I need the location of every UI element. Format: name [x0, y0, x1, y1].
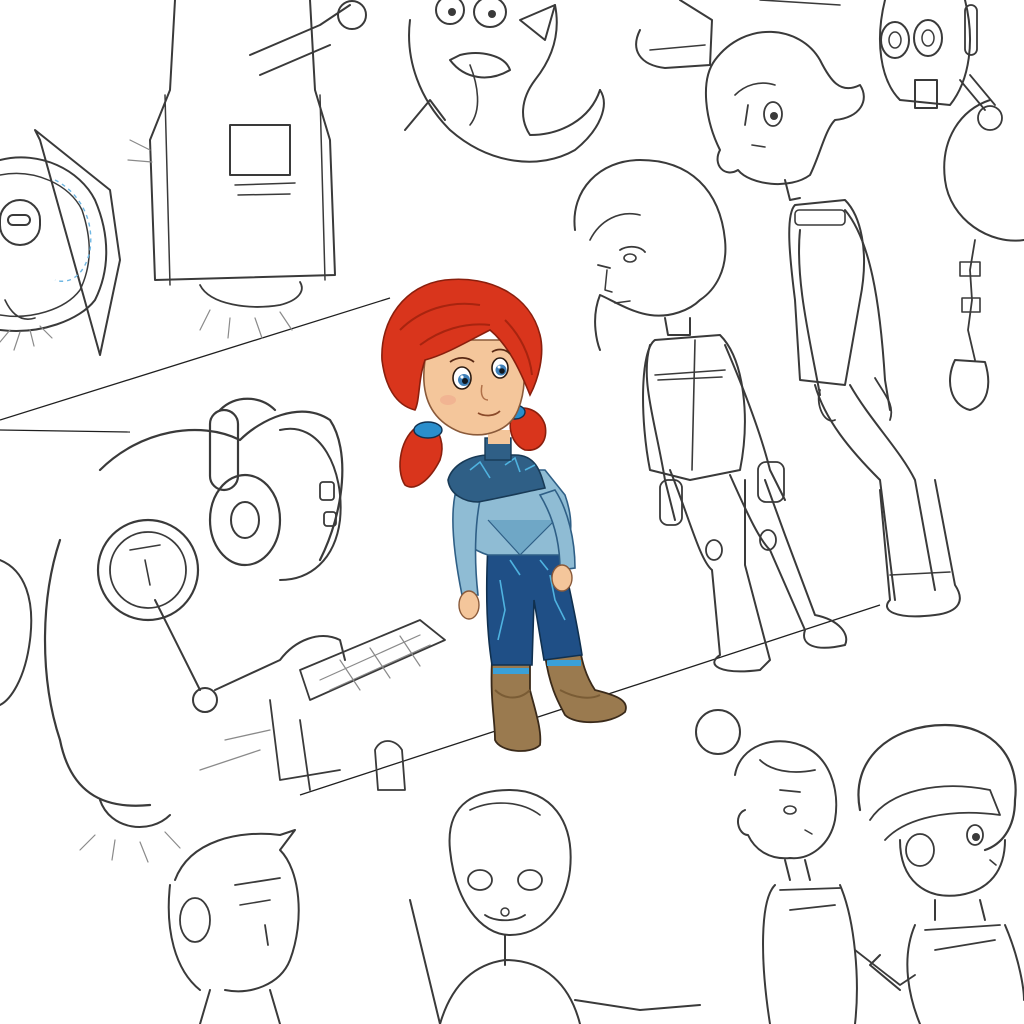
right-hand	[551, 564, 573, 592]
concept-sketch-sheet	[0, 0, 1024, 1024]
left-hair-tie	[413, 421, 443, 439]
left-hand	[458, 590, 480, 620]
